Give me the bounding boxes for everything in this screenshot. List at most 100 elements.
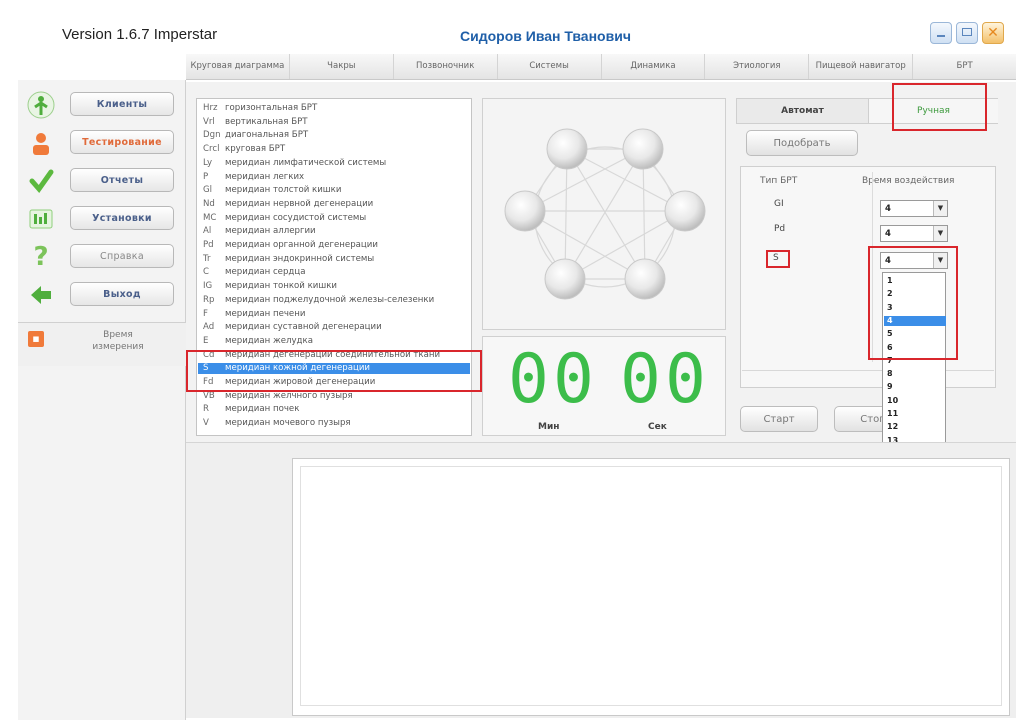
- close-icon: ✕: [987, 25, 999, 41]
- time-select[interactable]: 4 ▼: [880, 200, 948, 217]
- brt-type-highlight-box: S: [766, 250, 790, 268]
- tab-etiology[interactable]: Этиология: [705, 54, 810, 79]
- help-icon: ?: [33, 242, 49, 272]
- meridian-code: VB: [203, 390, 215, 401]
- meridian-name: меридиан сосудистой системы: [225, 212, 367, 223]
- tab-dynamics[interactable]: Динамика: [602, 54, 706, 79]
- meridian-code: V: [203, 418, 209, 429]
- maximize-button[interactable]: [956, 22, 978, 44]
- tab-food-navigator[interactable]: Пищевой навигатор: [809, 54, 914, 79]
- close-button[interactable]: ✕: [982, 22, 1004, 44]
- meridian-item[interactable]: Eмеридиан желудка: [203, 336, 313, 347]
- chakra-node: [504, 190, 546, 232]
- dropdown-option[interactable]: 12: [884, 422, 946, 432]
- meridian-item[interactable]: Rp меридиан поджелудочной железы-селезенк…: [203, 295, 434, 306]
- meridian-name: меридиан желчного пузыря: [225, 390, 353, 401]
- meridian-item[interactable]: Pмеридиан легких: [203, 172, 304, 183]
- top-tab-bar: Круговая диаграмма Чакры Позвоночник Сис…: [186, 54, 1016, 80]
- meridian-item[interactable]: Ly меридиан лимфатической системы: [203, 158, 386, 169]
- measure-icon: ▪: [28, 331, 44, 347]
- meridian-name: диагональная БРТ: [225, 130, 309, 141]
- chakra-node: [664, 190, 706, 232]
- sidebar-item-reports[interactable]: Отчеты: [26, 168, 181, 194]
- meridian-item[interactable]: Cмеридиан сердца: [203, 267, 305, 278]
- chakra-panel: [482, 98, 726, 330]
- meridian-item[interactable]: MC меридиан сосудистой системы: [203, 213, 366, 224]
- tab-pie-chart[interactable]: Круговая диаграмма: [186, 54, 290, 79]
- tab-spine[interactable]: Позвоночник: [394, 54, 498, 79]
- sidebar-item-settings[interactable]: Установки: [26, 206, 181, 232]
- meridian-item[interactable]: Hrz горизонтальная БРТ: [203, 103, 317, 114]
- meridian-name: меридиан мочевого пузыря: [225, 418, 351, 429]
- dropdown-option[interactable]: 8: [884, 369, 946, 379]
- tab-chakras[interactable]: Чакры: [290, 54, 394, 79]
- tab-brt[interactable]: БРТ: [913, 54, 1016, 79]
- tab-label: Системы: [529, 61, 569, 71]
- meridian-code: C: [203, 267, 210, 278]
- table-footer: Вр: [742, 370, 994, 388]
- meridian-item[interactable]: Tr меридиан эндокринной системы: [203, 254, 374, 265]
- client-name-label: Сидоров Иван Тванович: [460, 28, 631, 44]
- meridian-name: меридиан сердца: [225, 267, 306, 278]
- tab-automatic[interactable]: Автомат: [737, 99, 868, 123]
- tab-label: Позвоночник: [416, 61, 475, 71]
- person-up-icon: [26, 90, 56, 120]
- meridian-code: Ad: [203, 322, 215, 333]
- dropdown-option[interactable]: 9: [884, 382, 946, 392]
- help-button[interactable]: Справка: [70, 244, 174, 268]
- sidebar-item-help[interactable]: ? Справка: [26, 242, 181, 272]
- dropdown-option[interactable]: 10: [884, 396, 946, 406]
- brt-type-cell: Pd: [774, 224, 786, 234]
- meridian-item[interactable]: Crcl круговая БРТ: [203, 144, 285, 155]
- testing-button[interactable]: Тестирование: [70, 130, 174, 154]
- settings-button[interactable]: Установки: [70, 206, 174, 230]
- meridian-item[interactable]: Ad меридиан суставной дегенерации: [203, 322, 382, 333]
- meridian-item[interactable]: IG меридиан тонкой кишки: [203, 281, 337, 292]
- meridian-item[interactable]: Dgn диагональная БРТ: [203, 130, 308, 141]
- meridian-code: Hrz: [203, 103, 218, 113]
- meridian-name: круговая БРТ: [225, 144, 286, 155]
- meridian-item[interactable]: Fмеридиан печени: [203, 309, 305, 320]
- minimize-button[interactable]: [930, 22, 952, 44]
- sidebar: Клиенты Тестирование Отчеты Установки ? …: [18, 80, 186, 720]
- meridian-code: Ly: [203, 157, 213, 168]
- meridian-name: меридиан суставной дегенерации: [225, 322, 382, 333]
- meridian-item[interactable]: Al меридиан аллергии: [203, 226, 316, 237]
- chakra-diagram: [504, 128, 706, 300]
- meridian-item[interactable]: VB меридиан желчного пузыря: [203, 391, 353, 402]
- meridian-name: меридиан тонкой кишки: [225, 281, 338, 292]
- pick-button[interactable]: Подобрать: [746, 130, 858, 156]
- chakra-node: [622, 128, 664, 170]
- sidebar-item-clients[interactable]: Клиенты: [26, 90, 181, 120]
- meridian-item[interactable]: Gl меридиан толстой кишки: [203, 185, 341, 196]
- chakra-node: [544, 258, 586, 300]
- start-button[interactable]: Старт: [740, 406, 818, 432]
- measure-time-row[interactable]: ▪ Время измерения: [18, 322, 186, 366]
- dropdown-option[interactable]: 11: [884, 409, 946, 419]
- measure-time-label: Время измерения: [92, 330, 144, 352]
- meridian-code: R: [203, 404, 209, 415]
- results-inner-area: [300, 466, 1002, 706]
- meridian-name: меридиан желудка: [225, 335, 313, 346]
- meridian-item[interactable]: Nd меридиан нервной дегенерации: [203, 199, 373, 210]
- brt-type-cell: S: [773, 253, 779, 263]
- meridian-name: меридиан почек: [225, 404, 300, 415]
- meridian-item[interactable]: Rмеридиан почек: [203, 404, 299, 415]
- tab-systems[interactable]: Системы: [498, 54, 602, 79]
- meridian-item[interactable]: Vrl вертикальная БРТ: [203, 117, 308, 128]
- time-select[interactable]: 4 ▼: [880, 225, 948, 242]
- meridian-item[interactable]: Pd меридиан органной дегенерации: [203, 240, 378, 251]
- reports-button[interactable]: Отчеты: [70, 168, 174, 192]
- chevron-down-icon: ▼: [933, 201, 947, 216]
- meridian-name: меридиан поджелудочной железы-селезенки: [225, 294, 435, 305]
- sidebar-item-exit[interactable]: Выход: [26, 282, 181, 308]
- clients-button[interactable]: Клиенты: [70, 92, 174, 116]
- time-select-value: 4: [885, 204, 891, 214]
- meridian-name: меридиан органной дегенерации: [225, 240, 378, 250]
- meridian-item[interactable]: Vмеридиан мочевого пузыря: [203, 418, 351, 429]
- exit-button[interactable]: Выход: [70, 282, 174, 306]
- sidebar-item-testing[interactable]: Тестирование: [26, 130, 181, 156]
- meridian-name: вертикальная БРТ: [225, 116, 308, 127]
- meridian-code: Al: [203, 226, 212, 237]
- meridian-code: E: [203, 335, 209, 346]
